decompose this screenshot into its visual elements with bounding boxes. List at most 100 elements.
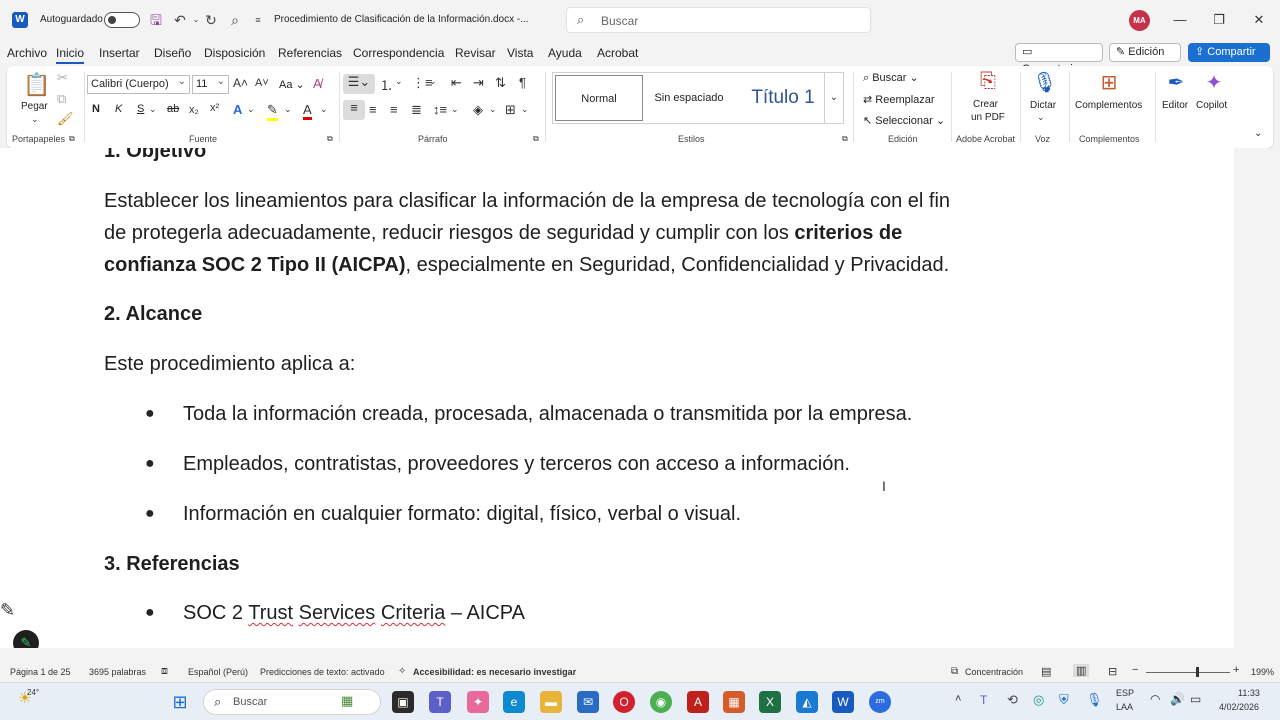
- shading-dropdown-icon[interactable]: ⌄: [489, 104, 497, 115]
- read-mode-icon[interactable]: ▤: [1041, 665, 1051, 678]
- office-grid-icon[interactable]: ▦: [723, 691, 745, 713]
- teams-tray-icon[interactable]: T: [980, 693, 987, 707]
- paste-dropdown-icon[interactable]: ⌄: [31, 114, 39, 125]
- line-spacing-icon[interactable]: ↕≡: [433, 102, 447, 117]
- clipboard-launcher-icon[interactable]: ⧉: [69, 134, 75, 144]
- minimize-icon[interactable]: —: [1170, 10, 1190, 30]
- show-formatting-icon[interactable]: ¶: [519, 75, 526, 90]
- numbering-dropdown-icon[interactable]: ⌄: [395, 76, 403, 87]
- volume-icon[interactable]: 🔊: [1170, 692, 1185, 706]
- align-right-icon[interactable]: ≡: [390, 102, 398, 117]
- tab-diseno[interactable]: Diseño: [154, 46, 191, 60]
- create-pdf-label-2[interactable]: un PDF: [971, 112, 1005, 123]
- battery-icon[interactable]: ▭: [1190, 692, 1201, 706]
- clock-date[interactable]: 4/02/2026: [1219, 702, 1259, 712]
- tab-referencias[interactable]: Referencias: [278, 46, 342, 60]
- zoom-level[interactable]: 199%: [1251, 667, 1274, 677]
- teams-icon[interactable]: T: [429, 691, 451, 713]
- spelling-flagged-word[interactable]: Services: [299, 602, 376, 624]
- font-color-icon[interactable]: A: [303, 102, 312, 120]
- grow-font-icon[interactable]: A˄: [233, 76, 248, 90]
- document-page[interactable]: 1. Objetivo Establecer los lineamientos …: [0, 148, 1234, 648]
- microphone-icon[interactable]: 🎙: [1032, 70, 1057, 95]
- font-color-dropdown-icon[interactable]: ⌄: [320, 104, 328, 115]
- text-predictions-status[interactable]: Predicciones de texto: activado: [260, 667, 385, 677]
- share-button[interactable]: ⇪ Compartir: [1188, 43, 1270, 62]
- clear-formatting-icon[interactable]: A̸: [313, 76, 322, 91]
- start-icon[interactable]: ⊞: [169, 691, 191, 713]
- zoom-out-icon[interactable]: −: [1132, 664, 1138, 676]
- comments-button[interactable]: ▭ Comentarios: [1015, 43, 1103, 75]
- italic-button[interactable]: K: [115, 103, 122, 115]
- bold-button[interactable]: N: [92, 103, 100, 115]
- copilot-draft-icon[interactable]: ✎: [0, 600, 15, 621]
- superscript-icon[interactable]: x²: [210, 102, 219, 114]
- page-count[interactable]: Página 1 de 25: [10, 667, 71, 677]
- microphone-tray-icon[interactable]: 🎙: [1086, 692, 1103, 708]
- redo-icon[interactable]: ↻: [201, 10, 221, 30]
- font-name-dropdown[interactable]: Calibri (Cuerpo): [87, 73, 190, 94]
- edge-icon[interactable]: e: [503, 691, 525, 713]
- highlight-icon[interactable]: ✎: [267, 102, 278, 121]
- justify-icon[interactable]: ≣: [411, 102, 422, 118]
- editor-icon[interactable]: ✒: [1165, 70, 1187, 95]
- select-button[interactable]: ↖ Seleccionar ⌄: [863, 114, 945, 127]
- borders-dropdown-icon[interactable]: ⌄: [521, 104, 529, 115]
- task-view-icon[interactable]: ▣: [392, 691, 414, 713]
- language-indicator-2[interactable]: LAA: [1116, 702, 1133, 712]
- text-effects-icon[interactable]: A: [233, 102, 242, 117]
- language-indicator-1[interactable]: ESP: [1116, 688, 1134, 698]
- acrobat-icon[interactable]: A: [687, 691, 709, 713]
- clock-time[interactable]: 11:33: [1238, 688, 1260, 698]
- copilot-icon[interactable]: ✦: [1202, 70, 1226, 95]
- collapse-ribbon-icon[interactable]: ⌄: [1254, 128, 1262, 139]
- word-taskbar-icon[interactable]: W: [832, 691, 854, 713]
- opera-icon[interactable]: O: [613, 691, 635, 713]
- sort-icon[interactable]: ⇅: [495, 75, 506, 91]
- style-heading-1[interactable]: Título 1: [735, 75, 831, 121]
- zoom-in-icon[interactable]: +: [1233, 664, 1239, 676]
- increase-indent-icon[interactable]: ⇥: [473, 75, 484, 91]
- accessibility-status[interactable]: Accesibilidad: es necesario investigar: [413, 667, 576, 677]
- outlook-icon[interactable]: ✉: [577, 691, 599, 713]
- focus-mode-button[interactable]: Concentración: [965, 667, 1023, 677]
- decrease-indent-icon[interactable]: ⇤: [451, 75, 462, 91]
- weather-temperature[interactable]: 24°: [27, 688, 39, 697]
- zoom-app-icon[interactable]: zm: [869, 691, 891, 713]
- app-tray-icon[interactable]: ◎: [1033, 692, 1044, 708]
- wifi-icon[interactable]: ◠: [1150, 692, 1160, 706]
- create-pdf-icon[interactable]: ⎘: [977, 70, 999, 93]
- spelling-flagged-word[interactable]: Criteria: [381, 602, 445, 624]
- format-painter-icon[interactable]: 🖌: [57, 111, 74, 127]
- tab-inicio[interactable]: Inicio: [56, 46, 85, 64]
- create-pdf-label-1[interactable]: Crear: [973, 99, 998, 110]
- copilot-taskbar-icon[interactable]: ✦: [467, 691, 489, 713]
- spelling-flagged-word[interactable]: Trust: [248, 602, 293, 624]
- paste-icon[interactable]: 📋: [23, 72, 50, 98]
- word-count[interactable]: 3695 palabras: [89, 667, 146, 677]
- bullets-icon[interactable]: ☰⌄: [343, 74, 375, 94]
- align-center-icon[interactable]: ≡: [369, 102, 377, 117]
- sync-tray-icon[interactable]: ⟲: [1007, 692, 1018, 708]
- excel-icon[interactable]: X: [759, 691, 781, 713]
- font-size-dropdown[interactable]: 11: [192, 73, 229, 94]
- file-explorer-icon[interactable]: ▬: [540, 691, 562, 713]
- photos-icon[interactable]: ◭: [796, 691, 818, 713]
- style-no-spacing[interactable]: Sin espaciado: [645, 75, 733, 121]
- tab-revisar[interactable]: Revisar: [455, 46, 496, 60]
- dictate-label[interactable]: Dictar: [1030, 100, 1056, 111]
- editor-label[interactable]: Editor: [1162, 100, 1188, 111]
- font-launcher-icon[interactable]: ⧉: [327, 134, 333, 144]
- taskbar-search-input[interactable]: ⌕ Buscar ▦: [203, 689, 381, 715]
- editing-mode-button[interactable]: ✎ Edición ⌄: [1109, 43, 1181, 75]
- line-spacing-dropdown-icon[interactable]: ⌄: [451, 104, 459, 115]
- find-icon[interactable]: ⌕: [225, 10, 245, 30]
- show-hidden-icons[interactable]: ˄: [955, 693, 961, 705]
- styles-more-icon[interactable]: ⌄: [824, 72, 844, 124]
- shrink-font-icon[interactable]: A˅: [255, 77, 269, 89]
- text-effects-dropdown-icon[interactable]: ⌄: [247, 104, 255, 115]
- search-input[interactable]: ⌕ Buscar: [566, 7, 871, 33]
- dictate-dropdown-icon[interactable]: ⌄: [1037, 112, 1045, 123]
- web-layout-icon[interactable]: ⊟: [1108, 665, 1117, 678]
- subscript-icon[interactable]: x₂: [189, 104, 199, 116]
